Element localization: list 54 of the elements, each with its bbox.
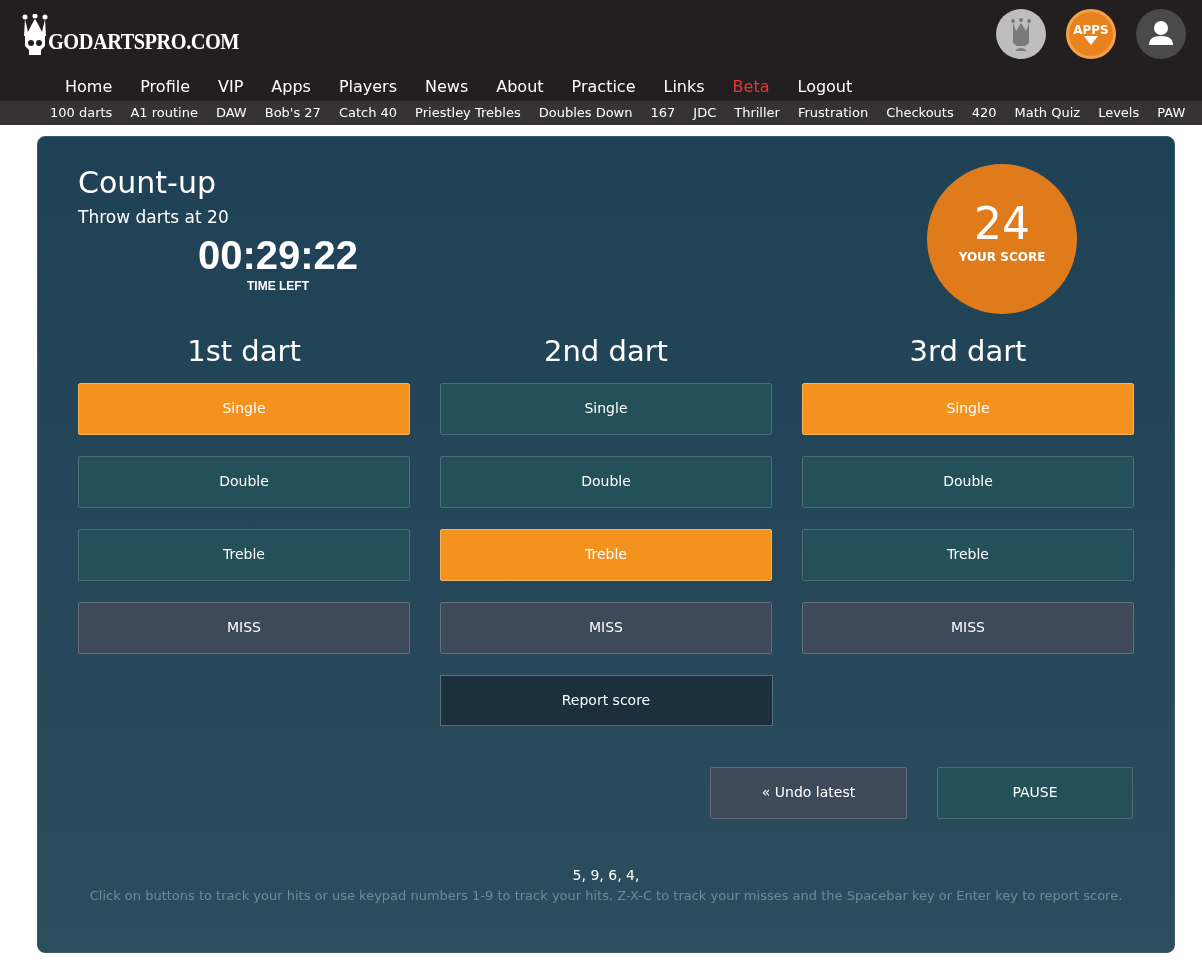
subnav-link[interactable]: Levels (1089, 103, 1149, 123)
subnav-link[interactable]: PAW (1148, 103, 1195, 123)
subnav-link[interactable]: 100 darts (41, 103, 122, 123)
subnav-link[interactable]: Checkouts (877, 103, 963, 123)
score-badge: 24 YOUR SCORE (927, 164, 1077, 314)
nav-link[interactable]: Beta (718, 75, 784, 99)
subnav-link[interactable]: Priestley Trebles (406, 103, 530, 123)
hit-button[interactable]: Double (78, 455, 410, 508)
nav-link[interactable]: Players (324, 75, 412, 99)
subnav-link[interactable]: Bob's 27 (255, 103, 330, 123)
hit-button[interactable]: Treble (802, 528, 1134, 581)
subnav-link[interactable]: 167 (641, 103, 685, 123)
hit-button[interactable]: Single (440, 382, 772, 435)
subnav-link[interactable]: Doubles Down (529, 103, 642, 123)
caret-icon (1084, 35, 1098, 45)
subnav-link[interactable]: JDC (684, 103, 726, 123)
subnav-link[interactable]: DAW (206, 103, 256, 123)
user-icon[interactable] (1136, 9, 1186, 59)
skull-crown-icon (22, 14, 48, 56)
miss-button[interactable]: MISS (440, 601, 772, 654)
subnav-link[interactable]: Math Quiz (1005, 103, 1090, 123)
subnav-link[interactable]: 420 (962, 103, 1006, 123)
subnav-link[interactable]: A1 routine (121, 103, 207, 123)
skull-crown-icon[interactable] (996, 9, 1046, 59)
timer-label: TIME LEFT (247, 277, 309, 295)
undo-button[interactable]: « Undo latest (710, 766, 907, 819)
report-score-button[interactable]: Report score (439, 674, 773, 726)
nav-link[interactable]: Home (51, 75, 127, 99)
dart-heading: 3rd dart (908, 332, 1028, 369)
nav-link[interactable]: Profile (126, 75, 204, 99)
game-subtitle: Throw darts at 20 (78, 206, 229, 229)
game-title: Count-up (78, 165, 216, 201)
nav-link[interactable]: Practice (557, 75, 650, 99)
help-text: Click on buttons to track your hits or use keypad numbers 1-9 to track your hits, Z-X-C to track your misses and the Spacebar key or Enter key to report score. (89, 886, 1123, 905)
nav-link[interactable]: Links (649, 75, 719, 99)
subnav-link[interactable]: Frustration (788, 103, 878, 123)
nav-link[interactable]: About (482, 75, 558, 99)
hit-button[interactable]: Treble (78, 528, 410, 581)
miss-button[interactable]: MISS (802, 601, 1134, 654)
timer: 00:29:22 (197, 232, 359, 277)
nav-link[interactable]: VIP (204, 75, 258, 99)
hit-button[interactable]: Double (440, 455, 772, 508)
logo-text[interactable]: GODARTSPRO.COM (48, 29, 240, 53)
miss-button[interactable]: MISS (78, 601, 410, 654)
subnav-link[interactable]: Catch 40 (329, 103, 407, 123)
hit-button[interactable]: Double (802, 455, 1134, 508)
nav-link[interactable]: News (411, 75, 483, 99)
throw-history: 5, 9, 6, 4, (572, 865, 640, 885)
pause-button[interactable]: PAUSE (937, 766, 1133, 819)
dart-heading: 2nd dart (543, 332, 669, 369)
nav-link[interactable]: Apps (257, 75, 325, 99)
subnav-link[interactable]: Thriller (725, 103, 789, 123)
dart-heading: 1st dart (186, 332, 302, 369)
nav-link[interactable]: Logout (783, 75, 867, 99)
